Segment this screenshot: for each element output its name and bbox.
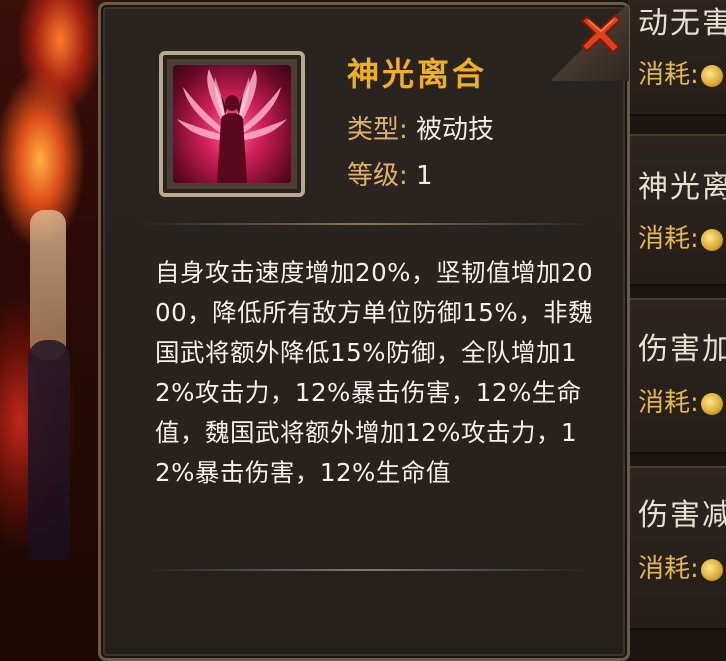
- game-screen: 动无害 消耗: 神光离 消耗: 伤害加 消耗: 伤害减 消耗: 神光离合 类型:…: [0, 0, 726, 661]
- coin-icon: [700, 392, 723, 415]
- skill-type: 类型: 被动技: [347, 109, 494, 146]
- bottom-divider: [141, 569, 591, 571]
- skill-level: 等级: 1: [347, 155, 433, 192]
- skill-tooltip-panel: 神光离合 类型: 被动技 等级: 1 自身攻击速度增加20%，坚韧值增加2000…: [98, 2, 630, 661]
- coin-icon: [700, 64, 723, 87]
- winged-figure-icon: [173, 65, 291, 183]
- close-button[interactable]: [551, 3, 629, 81]
- skill-list-item-title: 伤害加: [638, 332, 726, 367]
- skill-list-item[interactable]: 神光离 消耗:: [628, 134, 726, 286]
- skill-list-item-cost: 消耗:: [638, 382, 723, 419]
- coin-icon: [700, 558, 723, 581]
- character-leg: [30, 210, 66, 360]
- skill-name: 神光离合: [347, 55, 488, 93]
- coin-icon: [700, 228, 723, 251]
- skill-icon-frame: [159, 51, 305, 197]
- skill-list-item-cost: 消耗:: [638, 54, 723, 91]
- skill-list-item-title: 伤害减: [638, 498, 726, 533]
- top-divider: [141, 223, 591, 225]
- skill-description: 自身攻击速度增加20%，坚韧值增加2000，降低所有敌方单位防御15%，非魏国武…: [155, 258, 594, 487]
- skill-type-value: 被动技: [416, 115, 495, 145]
- skill-list-item[interactable]: 伤害加 消耗:: [628, 298, 726, 454]
- skill-list-item[interactable]: 伤害减 消耗:: [628, 466, 726, 630]
- skill-list-item-title: 动无害: [638, 6, 726, 41]
- skill-list-item[interactable]: 动无害 消耗:: [628, 0, 726, 116]
- skill-level-label: 等级:: [347, 161, 408, 191]
- skill-level-value: 1: [416, 161, 433, 191]
- close-icon: [581, 14, 621, 53]
- skill-type-label: 类型:: [347, 115, 408, 145]
- skill-list: 动无害 消耗: 神光离 消耗: 伤害加 消耗: 伤害减 消耗:: [628, 0, 726, 661]
- skill-list-item-cost: 消耗:: [638, 218, 723, 255]
- character-boot: [28, 340, 70, 560]
- skill-list-item-title: 神光离: [638, 170, 726, 205]
- skill-list-item-cost: 消耗:: [638, 548, 723, 585]
